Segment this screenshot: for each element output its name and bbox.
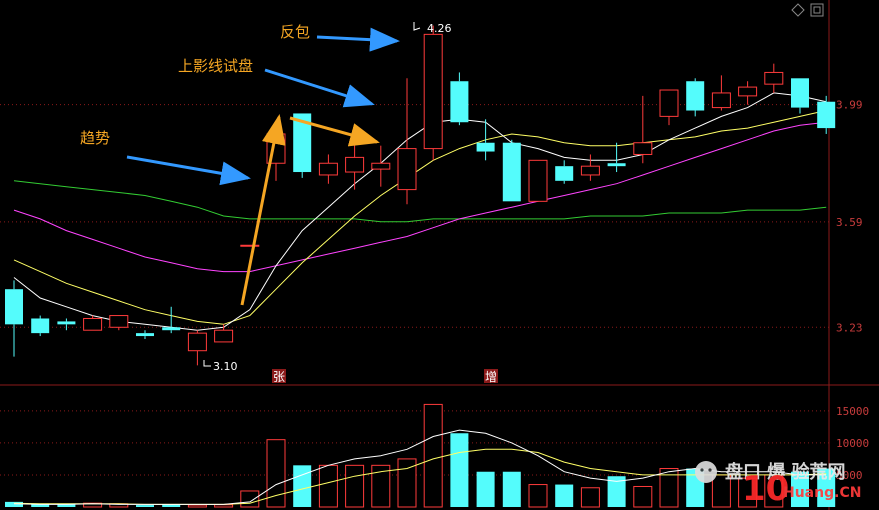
zeng-label: 增 [485,370,497,384]
candle-body-up [83,317,103,331]
price-tick-label: 3.23 [836,321,863,334]
candle-body-up [423,33,443,150]
candle-body-down [607,163,626,167]
moving-averages [13,92,827,331]
candle-body-up [659,89,679,117]
volume-bar-up [659,468,679,508]
candle-body-up [109,315,129,328]
volume-bars [5,403,836,508]
candle-body-down [686,81,705,111]
wechat-icon [695,461,717,483]
candle-body-down [817,101,836,129]
volume-bar-down [502,471,521,507]
candle-body-up [187,332,207,352]
price-grid [0,104,829,328]
ma-white-line [13,92,827,331]
zhang-label: 张 [273,370,285,384]
candle-body-up [633,142,653,155]
trend-arrow [126,155,251,186]
volume-bar-up [580,487,600,508]
restore-icon[interactable] [810,3,824,17]
annotation-trend: 趋势 [80,129,110,147]
candle-body-down [791,78,809,108]
ma-magenta-line [13,121,827,273]
price-tick-label: 3.59 [836,216,863,229]
candle-body-down [5,289,23,325]
volume-bar-down [555,484,574,507]
candle-body-down [31,318,50,334]
candle-body-down [162,327,181,331]
volume-bar-up [345,464,365,508]
candle-body-up [580,165,600,176]
volume-bar-up [214,504,234,508]
candle-body-up [764,71,784,85]
volume-tick-label: 15000 [836,405,869,418]
candle-body-down [136,333,154,337]
volume-bar-up [423,403,443,508]
price-axis: 3.99 3.59 3.23 [836,99,863,335]
price-tick-label: 3.99 [836,99,863,112]
annotation-upper-shadow: 上影线试盘 [178,57,253,75]
watermark-site: Huang.CN [783,485,861,501]
candle-body-down [502,142,521,202]
stock-chart: 3.993.593.23 15000100005000 趋势 上影线试盘 反包 … [0,0,879,510]
annotation-engulf: 反包 [280,23,310,41]
volume-tick-label: 10000 [836,437,869,450]
rally-arrow [240,114,286,306]
ma-green-line [13,180,827,223]
candle-body-up [711,92,731,109]
candle-body-down [450,81,469,123]
candle-body-up [214,329,234,343]
candle-body-up [345,156,365,173]
candle-body-down [476,142,495,152]
candle-body-down [555,166,574,181]
candle-body-up [371,162,391,170]
candle-body-up [240,244,260,247]
candle-body-up [738,86,758,97]
window-controls [791,3,824,17]
candles [5,25,836,366]
low-marker: 3.10 [213,360,238,373]
volume-bar-down [136,505,154,507]
volume-bar-down [450,433,469,507]
candle-body-up [528,159,548,202]
high-marker: 4.26 [427,22,452,35]
volume-bar-up [633,485,653,508]
ma-yellow-line [13,110,827,325]
diamond-icon[interactable] [791,3,805,17]
volume-bar-down [293,465,312,507]
candle-body-up [397,148,417,191]
volume-bar-down [476,471,495,507]
volume-bar-up [240,490,260,508]
candle-body-up [318,162,338,176]
upper-shadow-arrow [264,68,375,108]
volume-bar-up [528,484,548,508]
candle-body-down [57,321,76,325]
volume-bar-up [318,464,338,508]
volume-bar-up [187,504,207,508]
engulf-arrow [316,27,400,52]
